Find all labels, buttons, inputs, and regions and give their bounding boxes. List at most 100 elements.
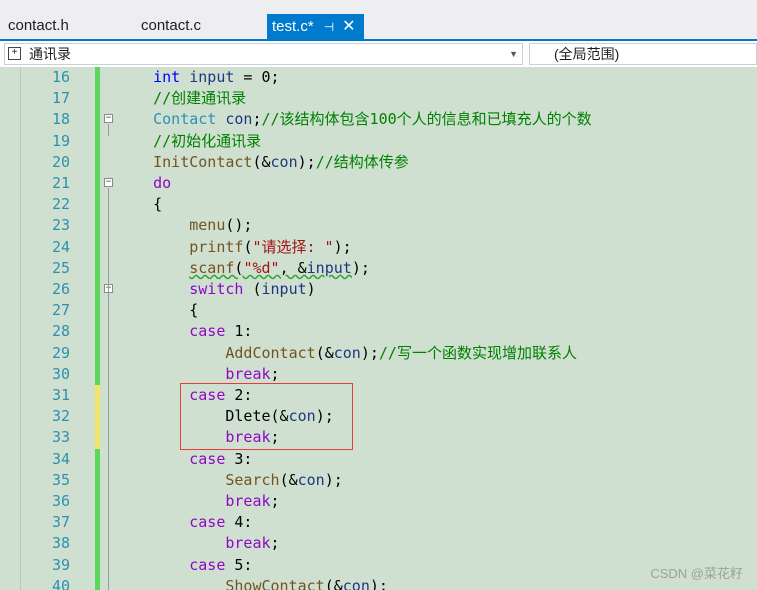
code-text: Search(&con); <box>225 470 343 489</box>
change-indicator <box>95 88 100 110</box>
code-line[interactable]: 27 { <box>0 300 757 322</box>
code-line[interactable]: 26− switch (input) <box>0 279 757 301</box>
line-number: 25 <box>51 258 70 277</box>
code-line[interactable]: 33 break; <box>0 427 757 449</box>
code-line[interactable]: 16 int input = 0; <box>0 67 757 89</box>
code-line[interactable]: 21 − do <box>0 173 757 195</box>
code-line[interactable]: 28 case 1: <box>0 321 757 343</box>
code-line[interactable]: 38 break; <box>0 533 757 555</box>
change-indicator <box>95 427 100 449</box>
code-text: case 1: <box>189 322 253 341</box>
code-line[interactable]: 36 break; <box>0 491 757 513</box>
change-indicator <box>95 406 100 428</box>
change-indicator <box>95 385 100 407</box>
chevron-down-icon[interactable]: ▼ <box>509 44 518 64</box>
code-text: break; <box>225 534 280 553</box>
change-indicator <box>95 363 100 385</box>
range-dropdown[interactable]: (全局范围) <box>529 43 757 65</box>
change-indicator <box>95 215 100 237</box>
code-line[interactable]: 29 AddContact(&con);//写一个函数实现增加联系人 <box>0 342 757 364</box>
code-line[interactable]: 39 case 5: <box>0 554 757 576</box>
change-indicator <box>95 533 100 555</box>
scope-label: 通讯录 <box>29 46 71 62</box>
tab-contact-c[interactable]: contact.c <box>141 13 201 40</box>
code-line[interactable]: 22 { <box>0 194 757 216</box>
code-line[interactable]: 35 Search(&con); <box>0 469 757 491</box>
code-text: AddContact(&con);//写一个函数实现增加联系人 <box>225 343 577 362</box>
line-number: 38 <box>51 534 70 553</box>
code-text: do <box>153 174 172 192</box>
highlight-box <box>180 383 353 450</box>
watermark: CSDN @菜花籽 <box>650 566 743 581</box>
change-indicator <box>95 194 100 216</box>
code-text: { <box>117 301 199 320</box>
line-number: 20 <box>51 152 70 171</box>
code-text: { <box>117 195 163 214</box>
code-line[interactable]: 25 scanf("%d", &input); <box>0 257 757 279</box>
code-line[interactable]: 19 //初始化通讯录 <box>0 130 757 152</box>
tab-contact-h[interactable]: contact.h <box>8 13 69 40</box>
line-number: 37 <box>51 513 70 532</box>
change-indicator <box>95 321 100 343</box>
line-number: 27 <box>51 301 70 320</box>
code-text: InitContact(&con);//结构体传参 <box>153 152 409 171</box>
code-line[interactable]: 40 ShowContact(&con); <box>0 575 757 590</box>
change-indicator <box>95 151 100 173</box>
line-number: 32 <box>51 407 70 426</box>
collapse-icon[interactable]: − <box>104 178 113 187</box>
code-text: break; <box>225 492 280 510</box>
change-indicator <box>95 173 100 195</box>
code-text: int input = 0; <box>153 68 280 86</box>
close-icon[interactable]: ✕ <box>342 18 355 35</box>
line-number: 19 <box>51 131 70 150</box>
line-number: 33 <box>51 428 70 447</box>
change-indicator <box>95 279 100 301</box>
change-indicator <box>95 67 100 89</box>
code-text: //创建通讯录 <box>153 89 247 108</box>
code-line[interactable]: 18 − Contact con;//该结构体包含100个人的信息和已填充人的个数 <box>0 109 757 131</box>
range-label: (全局范围) <box>554 46 620 62</box>
fold-guide <box>108 294 109 590</box>
line-number: 31 <box>51 386 70 404</box>
line-number: 35 <box>51 470 70 489</box>
tab-label: contact.c <box>141 17 202 34</box>
change-indicator <box>95 469 100 491</box>
line-number: 28 <box>51 322 70 341</box>
line-number: 34 <box>51 449 70 468</box>
code-editor[interactable]: 16 int input = 0; 17 //创建通讯录 18− Contact c… <box>0 67 757 590</box>
line-number: 36 <box>51 492 70 510</box>
code-line[interactable]: 37 case 4: <box>0 512 757 534</box>
code-line[interactable]: 17 //创建通讯录 <box>0 88 757 110</box>
line-number: 26 <box>51 280 70 298</box>
tab-label: test.c* <box>272 18 314 35</box>
code-line[interactable]: 34 case 3: <box>0 448 757 470</box>
line-number: 16 <box>51 68 70 86</box>
code-line[interactable]: 24 printf("请选择: "); <box>0 236 757 258</box>
code-text: Contact con;//该结构体包含100个人的信息和已填充人的个数 <box>153 110 592 129</box>
collapse-icon[interactable]: − <box>104 114 113 124</box>
line-number: 29 <box>51 343 70 362</box>
code-line[interactable]: 32 Dlete(&con); <box>0 406 757 428</box>
line-number: 22 <box>51 195 70 214</box>
change-indicator <box>95 300 100 322</box>
code-text: switch (input) <box>189 280 316 298</box>
code-line[interactable]: 20 InitContact(&con);//结构体传参 <box>0 151 757 173</box>
code-line[interactable]: 31 case 2: <box>0 385 757 407</box>
scope-dropdown[interactable]: + 通讯录 ▼ <box>4 43 523 65</box>
change-indicator <box>95 448 100 470</box>
change-indicator <box>95 109 100 131</box>
tab-test-c[interactable]: test.c* ⊣ ✕ <box>267 14 364 40</box>
code-text: printf("请选择: "); <box>189 237 352 256</box>
navigation-bar: + 通讯录 ▼ (全局范围) <box>0 41 757 68</box>
change-indicator <box>95 554 100 576</box>
code-line[interactable]: 30 break; <box>0 363 757 385</box>
change-indicator <box>95 236 100 258</box>
line-number: 30 <box>51 364 70 383</box>
pin-icon[interactable]: ⊣ <box>324 20 334 34</box>
fold-guide <box>108 124 109 136</box>
line-number: 18 <box>51 110 70 129</box>
code-line[interactable]: 23 menu(); <box>0 215 757 237</box>
line-number: 24 <box>51 237 70 256</box>
change-indicator <box>95 342 100 364</box>
code-text: break; <box>225 364 280 383</box>
